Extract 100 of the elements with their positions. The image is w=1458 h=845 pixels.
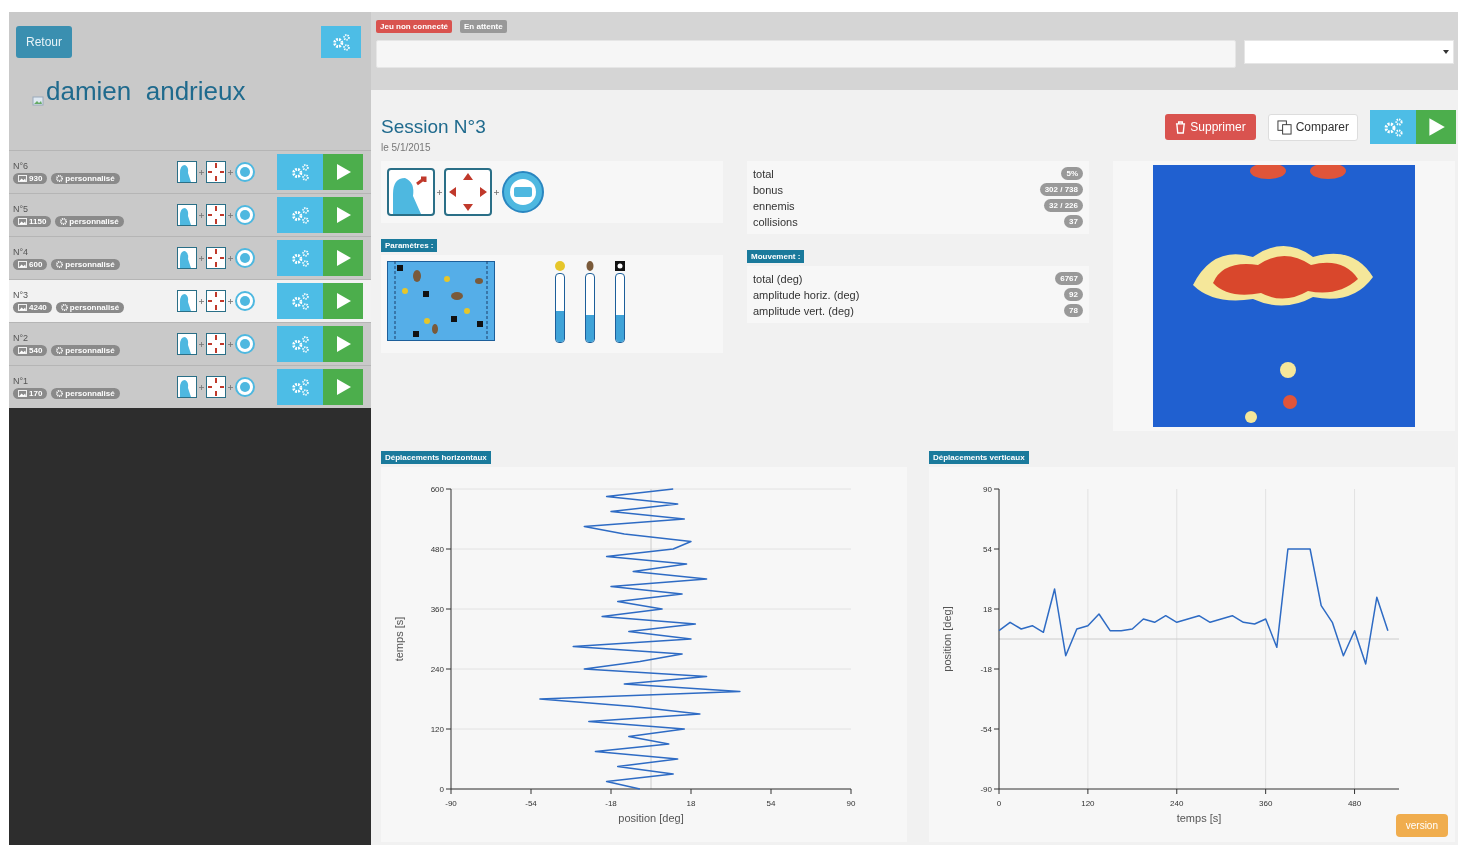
settings-button[interactable] <box>277 154 323 190</box>
target-icon <box>235 162 255 182</box>
target-icon <box>235 291 255 311</box>
play-button[interactable] <box>323 369 363 405</box>
caret-icon <box>1443 50 1449 54</box>
play-button[interactable] <box>323 154 363 190</box>
arrows-icon <box>444 168 492 216</box>
body-icon <box>177 247 197 269</box>
settings-button[interactable] <box>277 197 323 233</box>
play-button[interactable] <box>1416 110 1456 144</box>
points-badge: 1150 <box>13 215 52 227</box>
tick-label: 18 <box>983 605 992 614</box>
gear-icon <box>56 174 64 182</box>
gear-icon <box>60 303 68 311</box>
back-button[interactable]: Retour <box>16 26 73 58</box>
session-item[interactable]: N°4 600 personnalisé <box>9 236 371 279</box>
plus-icon <box>228 298 233 304</box>
trash-icon <box>1175 120 1187 134</box>
settings-button[interactable] <box>277 283 323 319</box>
plus-icon <box>494 189 499 195</box>
session-number: N°1 <box>13 375 30 386</box>
picture-icon <box>18 217 27 225</box>
body-icon <box>177 290 197 312</box>
arrows-icon <box>206 290 226 312</box>
session-number: N°3 <box>13 289 30 300</box>
picture-icon <box>18 346 27 354</box>
play-button[interactable] <box>323 326 363 362</box>
coin-icon <box>555 261 565 271</box>
plus-icon <box>199 255 204 261</box>
compare-button[interactable]: Comparer <box>1267 113 1358 141</box>
tick-label: -18 <box>980 665 992 674</box>
dropdown-field[interactable] <box>1244 40 1454 64</box>
gear-icon <box>60 217 68 225</box>
stat-value: 92 <box>1064 288 1083 301</box>
target-icon <box>235 205 255 225</box>
stat-value: 302 / 738 <box>1039 183 1083 196</box>
tick-label: 480 <box>1347 799 1362 808</box>
slider-track[interactable] <box>555 273 565 343</box>
settings-button[interactable] <box>277 326 323 362</box>
play-button[interactable] <box>323 197 363 233</box>
session-item[interactable]: N°3 4240 personnalisé <box>9 279 371 322</box>
tick-label: 18 <box>686 799 696 808</box>
session-number: N°5 <box>13 203 30 214</box>
stat-value: 32 / 226 <box>1044 199 1083 212</box>
mode-badge: personnalisé <box>51 172 120 184</box>
session-item[interactable]: N°1 170 personnalisé <box>9 365 371 408</box>
session-item[interactable]: N°5 1150 personnalisé <box>9 193 371 236</box>
user-name: damien andrieux <box>46 76 246 107</box>
arrows-icon <box>206 247 226 269</box>
text-field[interactable] <box>376 40 1236 68</box>
settings-button[interactable] <box>321 26 361 58</box>
tick-label: -54 <box>525 799 537 808</box>
picture-icon <box>18 174 27 182</box>
tick-label: 360 <box>430 605 444 614</box>
arrows-icon <box>206 376 226 398</box>
settings-button[interactable] <box>277 240 323 276</box>
plus-icon <box>199 341 204 347</box>
arrows-icon <box>206 333 226 355</box>
body-icon <box>177 333 197 355</box>
chart-label: Déplacements horizontaux <box>381 451 491 464</box>
stat-label: total <box>753 167 774 180</box>
play-button[interactable] <box>323 283 363 319</box>
points-badge: 540 <box>13 344 48 356</box>
settings-icon <box>289 204 311 226</box>
copy-icon <box>1276 119 1292 135</box>
stat-label: ennemis <box>753 199 795 212</box>
settings-icon <box>289 376 311 398</box>
status-badge: En attente <box>460 20 507 33</box>
session-item[interactable]: N°2 540 personnalisé <box>9 322 371 365</box>
heat-spot <box>1310 165 1346 179</box>
delete-button[interactable]: Supprimer <box>1165 114 1256 140</box>
settings-button[interactable] <box>1370 110 1416 144</box>
settings-icon <box>289 161 311 183</box>
broken-image-icon <box>32 95 44 107</box>
body-icon <box>177 161 197 183</box>
body-icon <box>177 376 197 398</box>
tick-label: 90 <box>846 799 856 808</box>
settings-button[interactable] <box>277 369 323 405</box>
settings-icon <box>330 31 352 53</box>
points-badge: 930 <box>13 172 48 184</box>
target-icon <box>235 334 255 354</box>
tick-label: -90 <box>980 785 992 794</box>
play-button[interactable] <box>323 240 363 276</box>
plus-icon <box>199 212 204 218</box>
tick-label: 54 <box>983 545 992 554</box>
slider-track[interactable] <box>615 273 625 343</box>
target-icon <box>501 170 545 214</box>
session-number: N°4 <box>13 246 30 257</box>
arrows-icon <box>206 161 226 183</box>
session-item[interactable]: N°6 930 personnalisé <box>9 150 371 193</box>
picture-icon <box>18 303 27 311</box>
chart-label: Déplacements verticaux <box>929 451 1029 464</box>
plus-icon <box>199 298 204 304</box>
tick-label: -90 <box>445 799 457 808</box>
slider-track[interactable] <box>585 273 595 343</box>
status-badge: Jeu non connecté <box>376 20 452 33</box>
tick-label: 240 <box>430 665 444 674</box>
x-axis-title: temps [s] <box>1176 812 1222 824</box>
settings-icon <box>289 290 311 312</box>
mode-badge: personnalisé <box>51 344 120 356</box>
